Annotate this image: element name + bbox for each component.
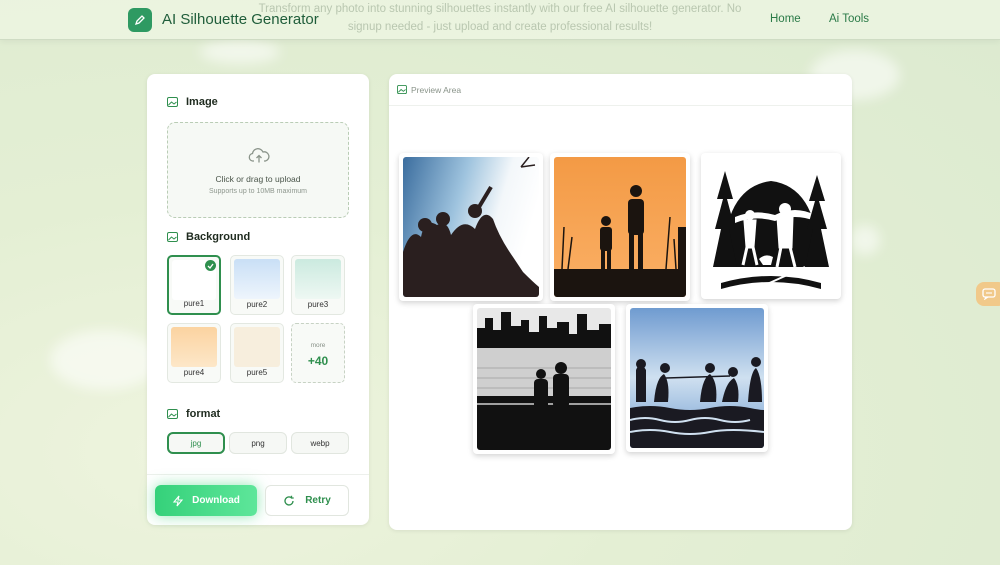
download-label: Download bbox=[192, 495, 240, 506]
preview-panel: Preview Area bbox=[389, 74, 852, 530]
header-tagline: Transform any photo into stunning silhou… bbox=[258, 3, 742, 33]
chat-icon bbox=[982, 288, 996, 300]
preview-image-tug-of-war[interactable] bbox=[626, 304, 768, 452]
background-option-pure1[interactable]: pure1 bbox=[167, 255, 221, 315]
preview-image-people-cheering[interactable] bbox=[399, 153, 543, 301]
format-section-title: format bbox=[167, 408, 220, 420]
background-option-pure4[interactable]: pure4 bbox=[167, 323, 221, 383]
nav-home-link[interactable]: Home bbox=[770, 13, 801, 25]
app-title[interactable]: AI Silhouette Generator bbox=[162, 11, 319, 28]
background-swatch bbox=[234, 327, 280, 367]
image-section-label: Image bbox=[186, 96, 218, 108]
tug-of-war-silhouette bbox=[630, 308, 764, 448]
format-png-button[interactable]: png bbox=[229, 432, 287, 454]
hikers-with-dog-silhouette bbox=[705, 157, 837, 295]
format-jpg-button[interactable]: jpg bbox=[167, 432, 225, 454]
download-button[interactable]: Download bbox=[155, 485, 257, 516]
background-option-label: pure1 bbox=[183, 299, 205, 308]
more-count: +40 bbox=[307, 354, 329, 368]
preview-image-city-couple[interactable] bbox=[473, 304, 615, 454]
people-cheering-silhouette bbox=[403, 157, 539, 297]
nav-ai-tools-link[interactable]: Ai Tools bbox=[829, 13, 869, 25]
background-section-title: Background bbox=[167, 231, 250, 243]
top-header: Transform any photo into stunning silhou… bbox=[0, 0, 1000, 40]
chat-widget-button[interactable] bbox=[976, 282, 1000, 306]
image-icon bbox=[167, 97, 178, 107]
city-couple-silhouette bbox=[477, 308, 611, 450]
divider bbox=[147, 474, 369, 475]
upload-instruction: Click or drag to upload bbox=[215, 174, 301, 184]
settings-panel: Image Click or drag to upload Supports u… bbox=[147, 74, 369, 525]
background-option-pure3[interactable]: pure3 bbox=[291, 255, 345, 315]
retry-label: Retry bbox=[305, 495, 331, 506]
logo-icon[interactable] bbox=[128, 8, 152, 32]
background-swatch bbox=[295, 259, 341, 299]
background-option-pure5[interactable]: pure5 bbox=[230, 323, 284, 383]
format-section-label: format bbox=[186, 408, 221, 420]
background-option-label: pure2 bbox=[246, 300, 268, 309]
more-backgrounds-button[interactable]: more +40 bbox=[291, 323, 345, 383]
background-option-label: pure5 bbox=[246, 368, 268, 377]
upload-size-hint: Supports up to 10MB maximum bbox=[208, 188, 308, 195]
sunset-walkers-silhouette bbox=[554, 157, 686, 297]
preview-header: Preview Area bbox=[389, 74, 852, 106]
upload-dropzone[interactable]: Click or drag to upload Supports up to 1… bbox=[167, 122, 349, 218]
preview-title: Preview Area bbox=[411, 85, 462, 95]
checkmark-icon bbox=[205, 260, 216, 271]
preview-image-hikers-with-dog[interactable] bbox=[701, 153, 841, 299]
image-section-title: Image bbox=[167, 96, 218, 108]
image-icon bbox=[167, 409, 178, 419]
image-icon bbox=[167, 232, 178, 242]
background-option-pure2[interactable]: pure2 bbox=[230, 255, 284, 315]
retry-button[interactable]: Retry bbox=[265, 485, 349, 516]
lightning-icon bbox=[172, 495, 184, 506]
format-webp-button[interactable]: webp bbox=[291, 432, 349, 454]
background-option-label: pure4 bbox=[183, 368, 205, 377]
image-icon bbox=[397, 85, 407, 94]
cloud-upload-icon bbox=[248, 148, 270, 163]
background-option-label: pure3 bbox=[307, 300, 329, 309]
background-swatch bbox=[234, 259, 280, 299]
more-label: more bbox=[310, 342, 326, 349]
background-section-label: Background bbox=[186, 231, 251, 243]
preview-image-sunset-walkers[interactable] bbox=[550, 153, 690, 301]
refresh-icon bbox=[284, 495, 294, 506]
background-swatch bbox=[171, 327, 217, 367]
